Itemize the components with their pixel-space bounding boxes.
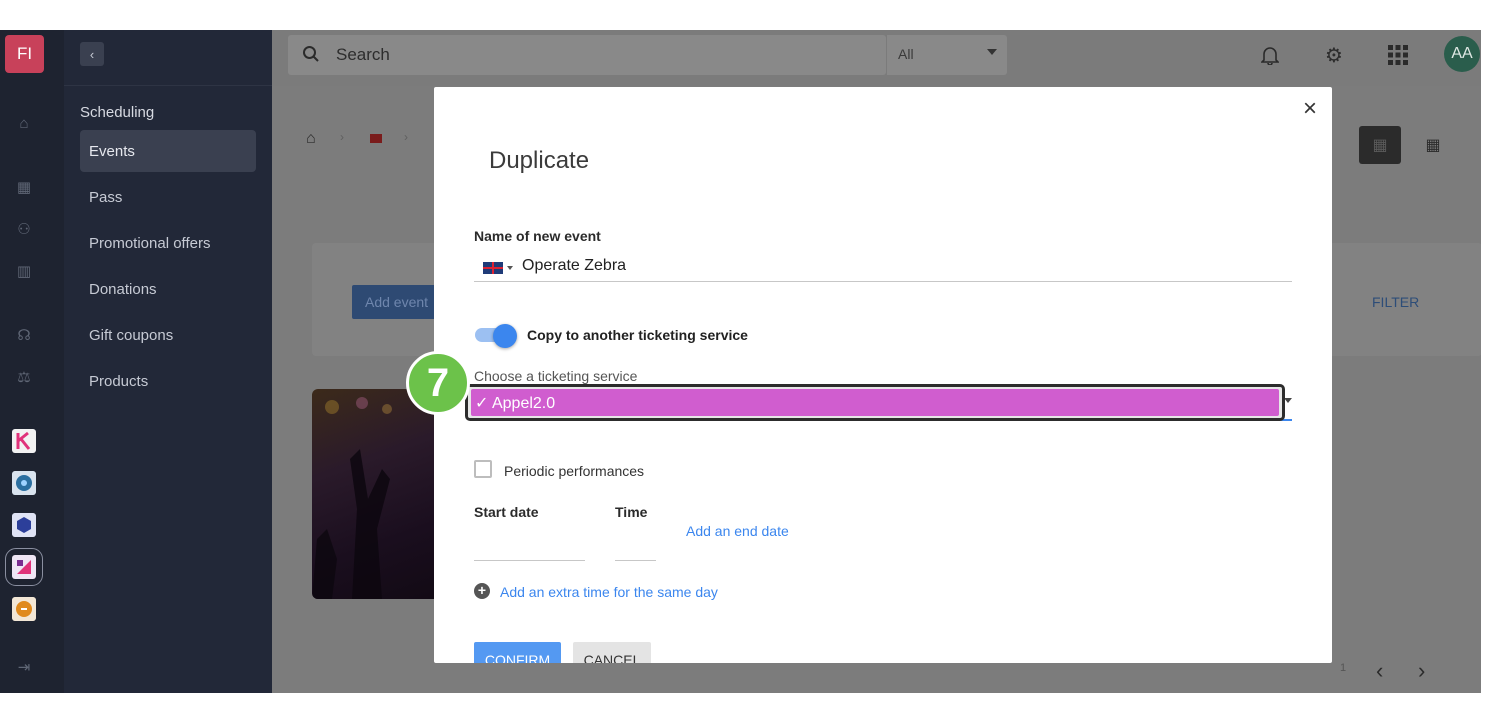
sidebar-item-label: Gift coupons bbox=[89, 326, 174, 344]
ticketing-service-label: Choose a ticketing service bbox=[474, 368, 638, 384]
scale-icon[interactable]: ⚖ bbox=[14, 367, 34, 387]
search-box[interactable]: Search bbox=[288, 35, 886, 75]
app-disc-icon[interactable] bbox=[12, 471, 36, 495]
avatar[interactable]: AA bbox=[1444, 36, 1480, 72]
sidebar-item-label: Pass bbox=[89, 188, 123, 206]
secondary-sidebar: ‹ Scheduling Events Pass Promotional off… bbox=[64, 30, 272, 693]
start-date-input[interactable] bbox=[474, 560, 585, 561]
logout-icon[interactable]: ⇥ bbox=[14, 657, 34, 677]
users-icon[interactable]: ⚇ bbox=[14, 219, 34, 239]
periodic-checkbox[interactable] bbox=[474, 460, 492, 478]
uk-flag-icon[interactable] bbox=[483, 262, 503, 274]
flag-icon bbox=[370, 134, 382, 143]
time-input[interactable] bbox=[615, 560, 656, 561]
cancel-button[interactable]: CANCEL bbox=[573, 642, 651, 663]
building-icon[interactable]: ▥ bbox=[14, 261, 34, 281]
calendar-view-button[interactable]: ▦ bbox=[1412, 126, 1454, 164]
add-extra-time-link[interactable]: Add an extra time for the same day bbox=[500, 584, 718, 600]
ticketing-service-option[interactable]: ✓ Appel2.0 bbox=[471, 389, 1279, 416]
sidebar-item-gift-coupons[interactable]: Gift coupons bbox=[80, 314, 256, 356]
sidebar-item-promotional-offers[interactable]: Promotional offers bbox=[80, 222, 256, 264]
sidebar-item-label: Events bbox=[89, 142, 135, 160]
next-page-icon[interactable]: › bbox=[1418, 658, 1425, 684]
home-icon[interactable]: ⌂ bbox=[14, 113, 34, 133]
app-cube-icon[interactable] bbox=[12, 513, 36, 537]
top-bar: Search All ⚙ AA bbox=[272, 30, 1481, 86]
language-dropdown-icon[interactable] bbox=[507, 266, 513, 270]
app-rail: FI ⌂ ▦ ⚇ ▥ ☊ ⚖ ⇥ bbox=[0, 30, 64, 693]
sidebar-item-label: Promotional offers bbox=[89, 234, 211, 252]
chevron-down-icon bbox=[987, 49, 997, 55]
event-name-input[interactable]: Operate Zebra bbox=[522, 257, 626, 275]
sidebar-item-label: Products bbox=[89, 372, 149, 390]
sidebar-item-pass[interactable]: Pass bbox=[80, 176, 256, 218]
copy-toggle-label: Copy to another ticketing service bbox=[527, 327, 748, 343]
search-input[interactable]: Search bbox=[336, 45, 390, 65]
name-field-label: Name of new event bbox=[474, 228, 601, 244]
gear-icon[interactable]: ⚙ bbox=[1321, 42, 1347, 68]
breadcrumb-home-icon[interactable]: ⌂ bbox=[306, 130, 316, 148]
ticketing-service-dropdown[interactable]: ✓ Appel2.0 bbox=[465, 384, 1285, 421]
add-end-date-link[interactable]: Add an end date bbox=[686, 523, 789, 539]
app-orange-icon[interactable] bbox=[12, 597, 36, 621]
chevron-right-icon: › bbox=[340, 130, 344, 144]
search-icon bbox=[302, 45, 322, 65]
headset-icon[interactable]: ☊ bbox=[14, 325, 34, 345]
apps-grid-icon[interactable] bbox=[1385, 42, 1411, 68]
chevron-down-icon[interactable] bbox=[1284, 398, 1292, 403]
event-name-underline bbox=[474, 281, 1292, 282]
bell-icon[interactable] bbox=[1257, 42, 1283, 68]
duplicate-dialog: × Duplicate Name of new event Operate Ze… bbox=[434, 87, 1332, 663]
copy-toggle-knob[interactable] bbox=[493, 324, 517, 348]
confirm-button[interactable]: CONFIRM bbox=[474, 642, 561, 663]
app-logo[interactable]: FI bbox=[5, 35, 44, 73]
sidebar-item-donations[interactable]: Donations bbox=[80, 268, 256, 310]
search-scope-select[interactable]: All bbox=[887, 35, 1007, 75]
event-thumbnail[interactable] bbox=[312, 389, 442, 599]
plus-circle-icon[interactable]: + bbox=[474, 583, 490, 599]
prev-page-icon[interactable]: ‹ bbox=[1376, 658, 1383, 684]
sidebar-item-label: Donations bbox=[89, 280, 157, 298]
close-icon[interactable]: × bbox=[1300, 95, 1320, 122]
time-label: Time bbox=[615, 504, 648, 520]
start-date-label: Start date bbox=[474, 504, 539, 520]
sidebar-heading: Scheduling bbox=[80, 104, 155, 121]
chevron-right-icon: › bbox=[404, 130, 408, 144]
dialog-title: Duplicate bbox=[489, 147, 590, 174]
filter-button[interactable]: FILTER bbox=[1372, 294, 1419, 310]
calculator-icon[interactable]: ▦ bbox=[14, 177, 34, 197]
sidebar-divider bbox=[64, 85, 272, 86]
step-badge: 7 bbox=[406, 351, 470, 415]
page-number: 1 bbox=[1340, 662, 1347, 674]
collapse-sidebar-button[interactable]: ‹ bbox=[80, 42, 104, 66]
app-ticket-icon[interactable] bbox=[5, 548, 43, 586]
sidebar-item-events[interactable]: Events bbox=[80, 130, 256, 172]
grid-view-button[interactable]: ▦ bbox=[1359, 126, 1401, 164]
periodic-label: Periodic performances bbox=[504, 463, 645, 479]
app-k-icon[interactable] bbox=[12, 429, 36, 453]
search-scope-value: All bbox=[898, 46, 914, 62]
sidebar-item-products[interactable]: Products bbox=[80, 360, 256, 402]
